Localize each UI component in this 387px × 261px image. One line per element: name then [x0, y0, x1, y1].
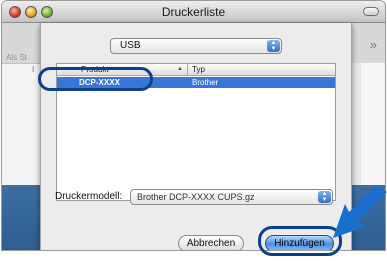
- title-bar: Druckerliste: [2, 1, 385, 23]
- printer-model-label: Druckermodell:: [55, 191, 123, 202]
- background-column-letter: I: [32, 65, 35, 74]
- column-header-typ[interactable]: Typ: [192, 65, 205, 74]
- pointer-arrow-icon: [333, 186, 387, 238]
- sort-ascending-icon: ▲: [177, 66, 183, 72]
- printer-model-select[interactable]: Brother DCP-XXXX CUPS.gz ▲ ▼: [130, 189, 333, 205]
- printer-list-window: Druckerliste Als St » I USB ▲ ▼ Produkt ▲…: [1, 0, 386, 251]
- column-divider[interactable]: [187, 64, 188, 76]
- select-arrows-icon: ▲ ▼: [267, 40, 280, 52]
- select-arrows-icon: ▲ ▼: [318, 191, 331, 203]
- cell-typ: Brother: [192, 78, 219, 87]
- connection-type-value: USB: [120, 40, 141, 51]
- toolbar-overflow-chevron-icon[interactable]: »: [370, 37, 377, 52]
- toolbar-toggle-button[interactable]: [363, 7, 379, 16]
- add-printer-sheet: USB ▲ ▼ Produkt ▲ Typ DCP-XXXX Brother Dr…: [40, 23, 352, 250]
- background-label: Als St: [6, 53, 27, 62]
- window-title: Druckerliste: [161, 5, 226, 19]
- selected-printer-highlight: [38, 67, 153, 91]
- connection-type-select[interactable]: USB ▲ ▼: [110, 38, 282, 54]
- cancel-button[interactable]: Abbrechen: [178, 235, 244, 250]
- printer-model-value: Brother DCP-XXXX CUPS.gz: [137, 192, 255, 202]
- add-button-highlight: [258, 226, 342, 256]
